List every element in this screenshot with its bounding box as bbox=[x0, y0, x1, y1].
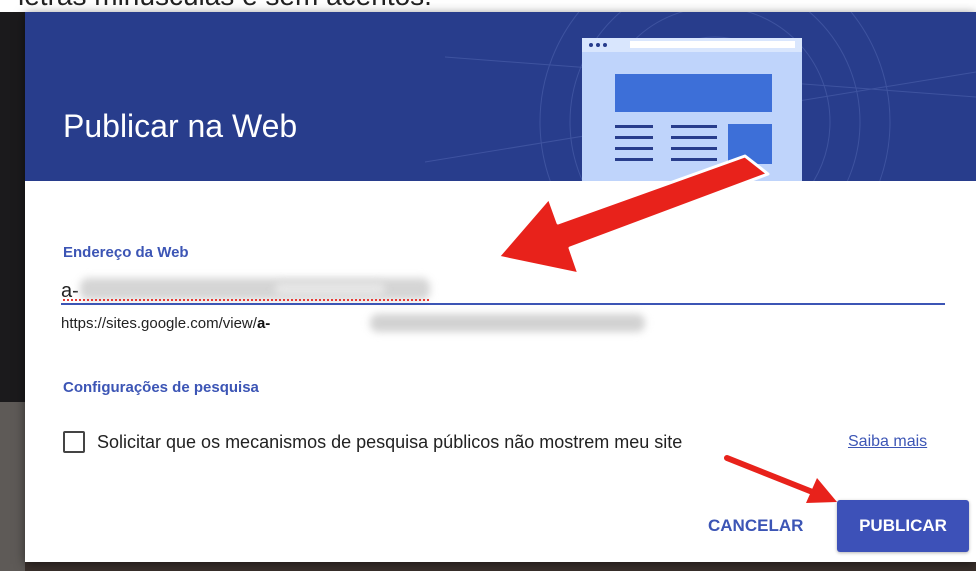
publish-dialog: Publicar na Web Endereço da Web https://… bbox=[25, 12, 976, 562]
url-prefix: https://sites.google.com/view/ bbox=[61, 315, 257, 332]
background-top-strip: letras minúsculas e sem acentos. bbox=[0, 0, 976, 12]
web-address-underline bbox=[61, 303, 945, 305]
hide-from-search-checkbox[interactable] bbox=[63, 431, 85, 453]
cancel-button[interactable]: CANCELAR bbox=[708, 511, 828, 541]
url-preview: https://sites.google.com/view/a- bbox=[61, 315, 270, 332]
hide-from-search-label[interactable]: Solicitar que os mecanismos de pesquisa … bbox=[97, 432, 682, 453]
learn-more-link[interactable]: Saiba mais bbox=[848, 433, 927, 451]
web-address-label: Endereço da Web bbox=[63, 244, 189, 261]
dialog-header: Publicar na Web bbox=[25, 12, 976, 181]
background-left-strip bbox=[0, 12, 25, 402]
header-decoration bbox=[424, 12, 976, 181]
webpage-illustration-icon bbox=[582, 38, 802, 181]
publish-button[interactable]: PUBLICAR bbox=[837, 500, 969, 552]
dialog-title: Publicar na Web bbox=[63, 108, 298, 144]
redacted-address-blur-highlight bbox=[275, 282, 385, 296]
search-settings-label: Configurações de pesquisa bbox=[63, 379, 259, 396]
redacted-url-blur bbox=[370, 314, 645, 332]
background-left-strip-lower bbox=[0, 402, 25, 571]
background-caption: letras minúsculas e sem acentos. bbox=[18, 0, 432, 12]
url-visible-part: a- bbox=[256, 315, 271, 332]
background-bottom-strip bbox=[25, 562, 976, 571]
spellcheck-underline bbox=[63, 299, 429, 301]
